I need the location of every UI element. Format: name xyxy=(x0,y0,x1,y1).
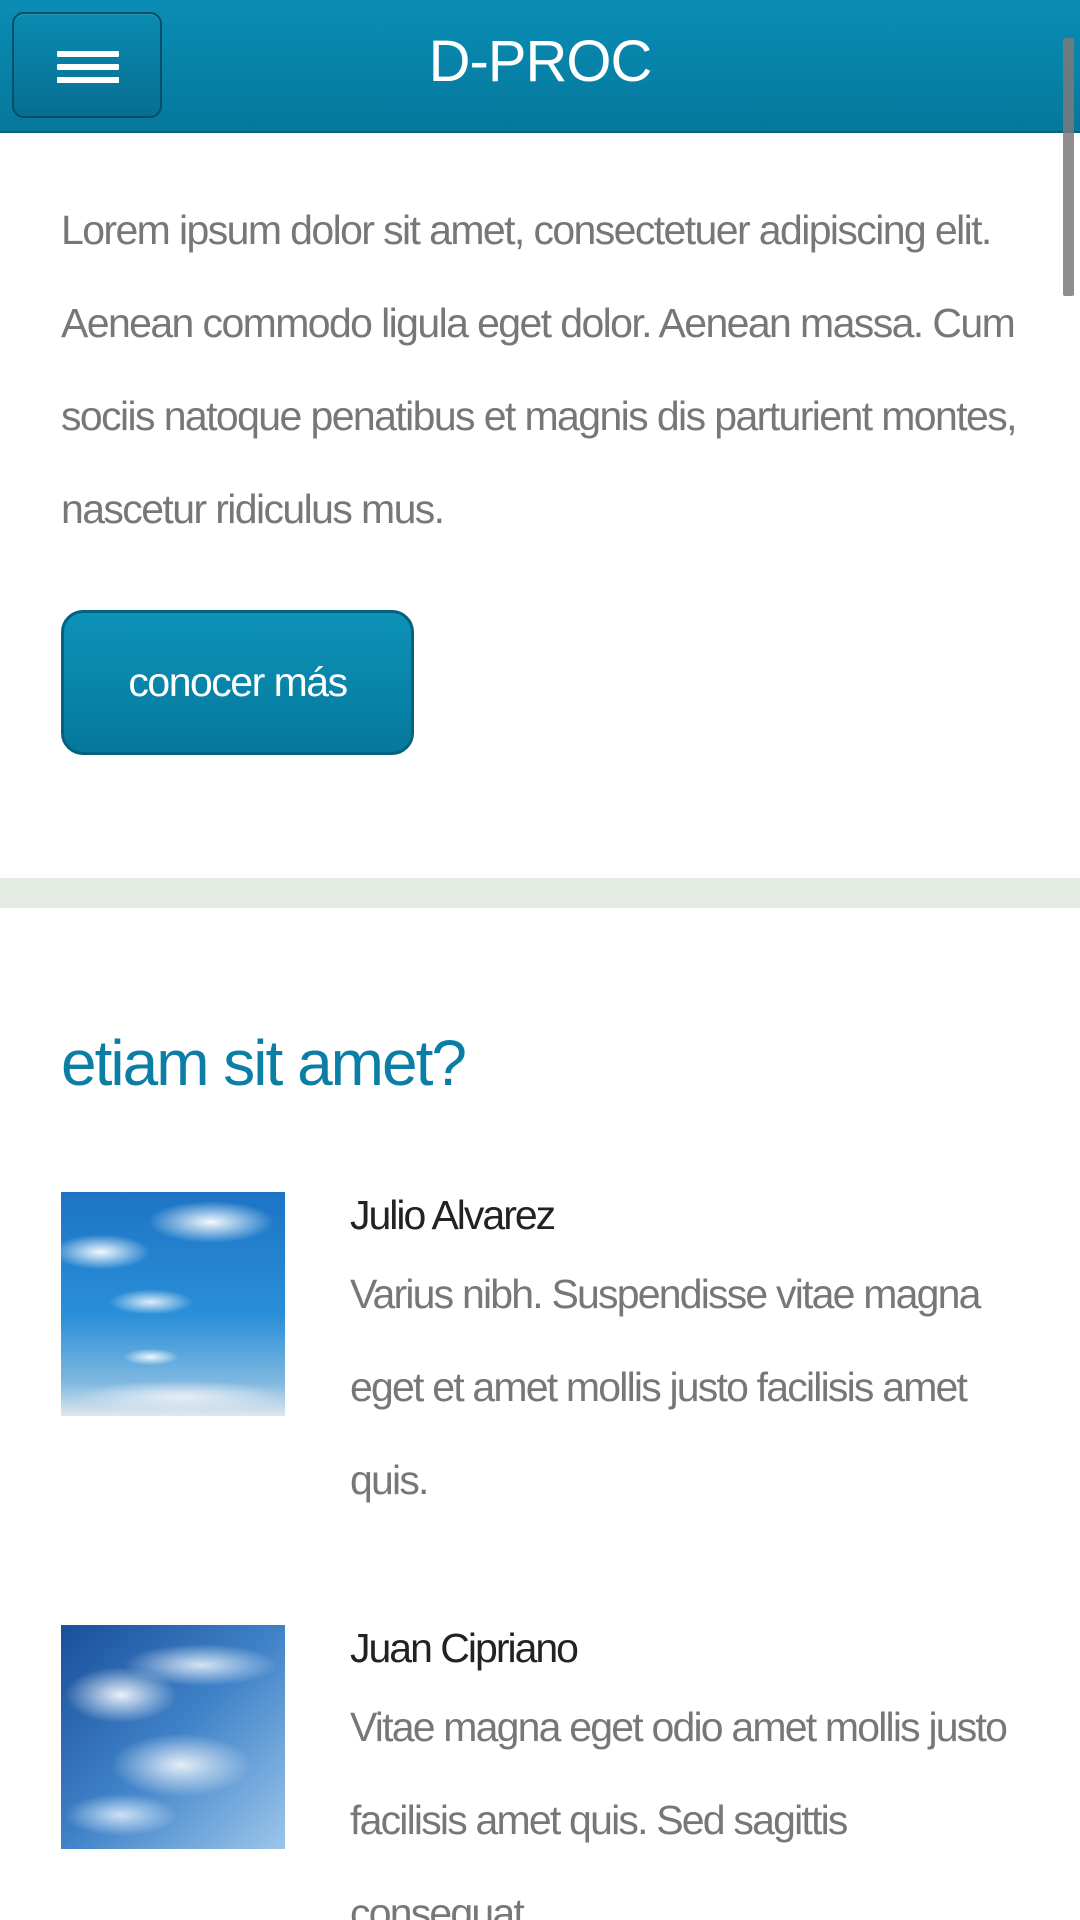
app-title: D-PROC xyxy=(428,29,653,94)
top-app-bar: D-PROC xyxy=(0,0,1080,133)
page: D-PROC Lorem ipsum dolor sit amet, conse… xyxy=(0,0,1080,1920)
learn-more-button[interactable]: conocer más xyxy=(61,610,414,755)
section-divider xyxy=(0,878,1080,908)
list-item: Julio Alvarez Varius nibh. Suspendisse v… xyxy=(61,1182,1021,1527)
sky-photo-thumbnail xyxy=(61,1192,285,1416)
scrollbar-thumb[interactable] xyxy=(1063,38,1074,296)
section-title: etiam sit amet? xyxy=(61,1027,467,1099)
list-item: Juan Cipriano Vitae magna eget odio amet… xyxy=(61,1615,1021,1920)
sky-photo-thumbnail xyxy=(61,1625,285,1849)
intro-paragraph: Lorem ipsum dolor sit amet, consectetuer… xyxy=(61,207,1018,532)
